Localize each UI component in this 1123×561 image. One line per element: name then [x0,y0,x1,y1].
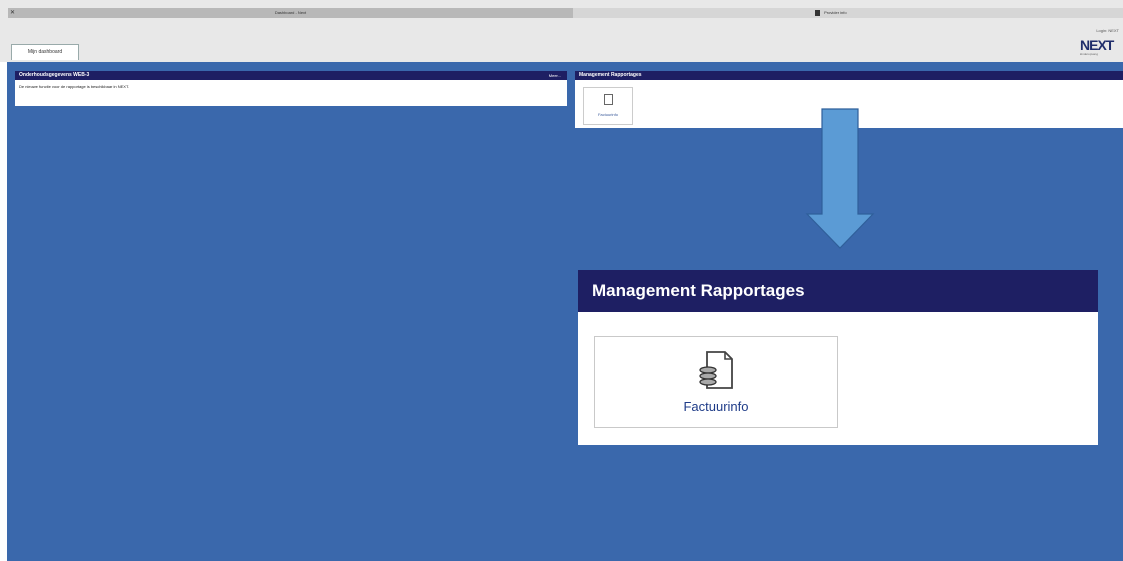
callout-title: Management Rapportages [592,281,805,300]
next-logo: NEXT kinderopvang [1080,38,1120,58]
panel-title: Onderhoudsgegevens WEB-3 [19,72,90,78]
browser-tab-secondary[interactable] [573,8,1123,18]
close-icon[interactable]: ✕ [10,8,15,18]
panel-title: Management Rapportages [579,72,642,78]
factuurinfo-tile[interactable]: Factuurinfo [594,336,838,428]
zoom-callout: Management Rapportages Factuurinfo [578,270,1098,445]
provider-indicator: Provider info [815,8,847,18]
panel-header: Management Rapportages [575,71,1123,80]
panel-onderhoud: Onderhoudsgegevens WEB-3 Meer... De nieu… [15,71,567,106]
logo-text: NEXT [1080,37,1114,53]
provider-label: Provider info [824,10,847,15]
tile-label: Factuurinfo [597,112,618,117]
user-info: Login: NEXT [1096,28,1119,33]
lock-icon [815,9,820,16]
panel-more-link[interactable]: Meer... [549,71,561,80]
invoice-document-icon [699,351,733,389]
tile-label: Factuurinfo [683,399,749,414]
arrow-down-icon [805,108,875,249]
browser-tab-active[interactable]: Dashboard - Next [8,8,573,18]
tab-mijn-dashboard[interactable]: Mijn dashboard [11,44,79,60]
panel-message[interactable]: De nieuwe functie voor de rapportage is … [15,80,567,93]
callout-header: Management Rapportages [578,270,1098,312]
factuurinfo-tile-small[interactable]: Factuurinfo [583,87,633,125]
document-icon [604,94,613,105]
browser-tab-bar: Dashboard - Next [0,8,1123,18]
panel-header: Onderhoudsgegevens WEB-3 Meer... [15,71,567,80]
browser-tab-title: Dashboard - Next [274,10,307,15]
